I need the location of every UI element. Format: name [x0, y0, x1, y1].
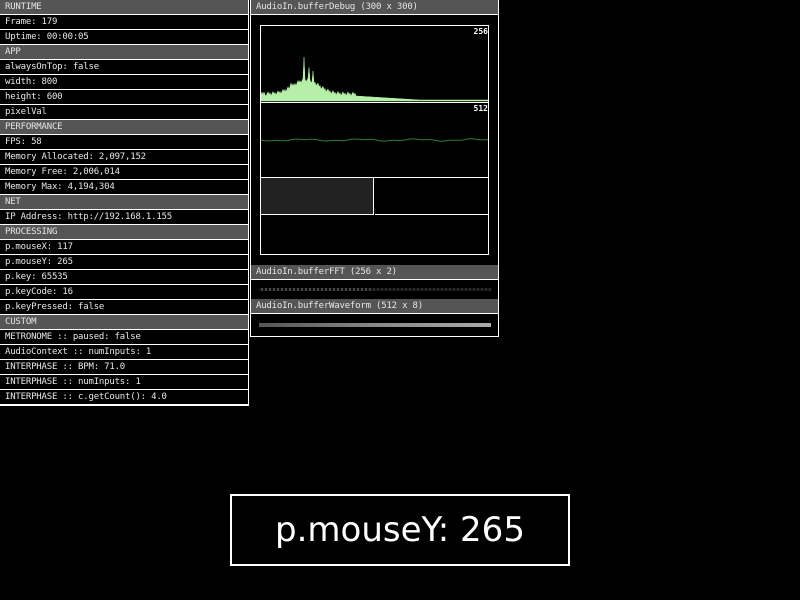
- info-row: p.mouseY: 265: [0, 255, 248, 270]
- info-row: p.key: 65535: [0, 270, 248, 285]
- waveform-strip-svg: [259, 323, 491, 327]
- info-row: AudioContext :: numInputs: 1: [0, 345, 248, 360]
- info-row: pixelVal: [0, 105, 248, 120]
- debug-cell-dark: [375, 178, 488, 215]
- buffer-debug-title: AudioIn.bufferDebug (300 x 300): [251, 0, 498, 15]
- spectrum-fill: [261, 57, 488, 102]
- audio-buffer-panel: AudioIn.bufferDebug (300 x 300) 256 512 …: [250, 0, 499, 337]
- buffer-fft-strip: [251, 280, 498, 299]
- waveform-line: [261, 138, 488, 142]
- info-row: p.mouseX: 117: [0, 240, 248, 255]
- buffer-waveform-strip: [251, 314, 498, 336]
- waveform-view: 512: [261, 103, 488, 178]
- info-row: INTERPHASE :: BPM: 71.0: [0, 360, 248, 375]
- spectrum-svg: [261, 57, 488, 102]
- buffer-fft-title: AudioIn.bufferFFT (256 x 2): [251, 265, 498, 280]
- fft-strip-svg: [259, 288, 491, 291]
- fft-spectrum-view: 256: [261, 26, 488, 103]
- info-row: INTERPHASE :: numInputs: 1: [0, 375, 248, 390]
- info-row: height: 600: [0, 90, 248, 105]
- info-row: FPS: 58: [0, 135, 248, 150]
- debug-cell-gray: [261, 178, 374, 215]
- info-row: METRONOME :: paused: false: [0, 330, 248, 345]
- section-header: CUSTOM: [0, 315, 248, 330]
- section-header: APP: [0, 45, 248, 60]
- info-row: p.keyPressed: false: [0, 300, 248, 315]
- info-row: Frame: 179: [0, 15, 248, 30]
- info-row: width: 800: [0, 75, 248, 90]
- info-row: p.keyCode: 16: [0, 285, 248, 300]
- info-row: Memory Allocated: 2,097,152: [0, 150, 248, 165]
- section-header: PERFORMANCE: [0, 120, 248, 135]
- section-header: PROCESSING: [0, 225, 248, 240]
- waveform-svg: [261, 138, 488, 142]
- debug-info-panel: RUNTIME Frame: 179 Uptime: 00:00:05 APP alwa…: [0, 0, 249, 406]
- info-row: Memory Free: 2,006,014: [0, 165, 248, 180]
- buffer-debug-frame: 256 512: [260, 25, 489, 255]
- info-row: INTERPHASE :: c.getCount(): 4.0: [0, 390, 248, 405]
- buffer-waveform-title: AudioIn.bufferWaveform (512 x 8): [251, 299, 498, 314]
- section-header: RUNTIME: [0, 0, 248, 15]
- debug-cell-bottom: [261, 215, 488, 254]
- mouse-y-overlay: p.mouseY: 265: [230, 494, 570, 566]
- buffer-debug-area: 256 512: [251, 15, 498, 265]
- info-row: Uptime: 00:00:05: [0, 30, 248, 45]
- info-row: Memory Max: 4,194,304: [0, 180, 248, 195]
- info-row: alwaysOnTop: false: [0, 60, 248, 75]
- info-row: IP Address: http://192.168.1.155: [0, 210, 248, 225]
- section-header: NET: [0, 195, 248, 210]
